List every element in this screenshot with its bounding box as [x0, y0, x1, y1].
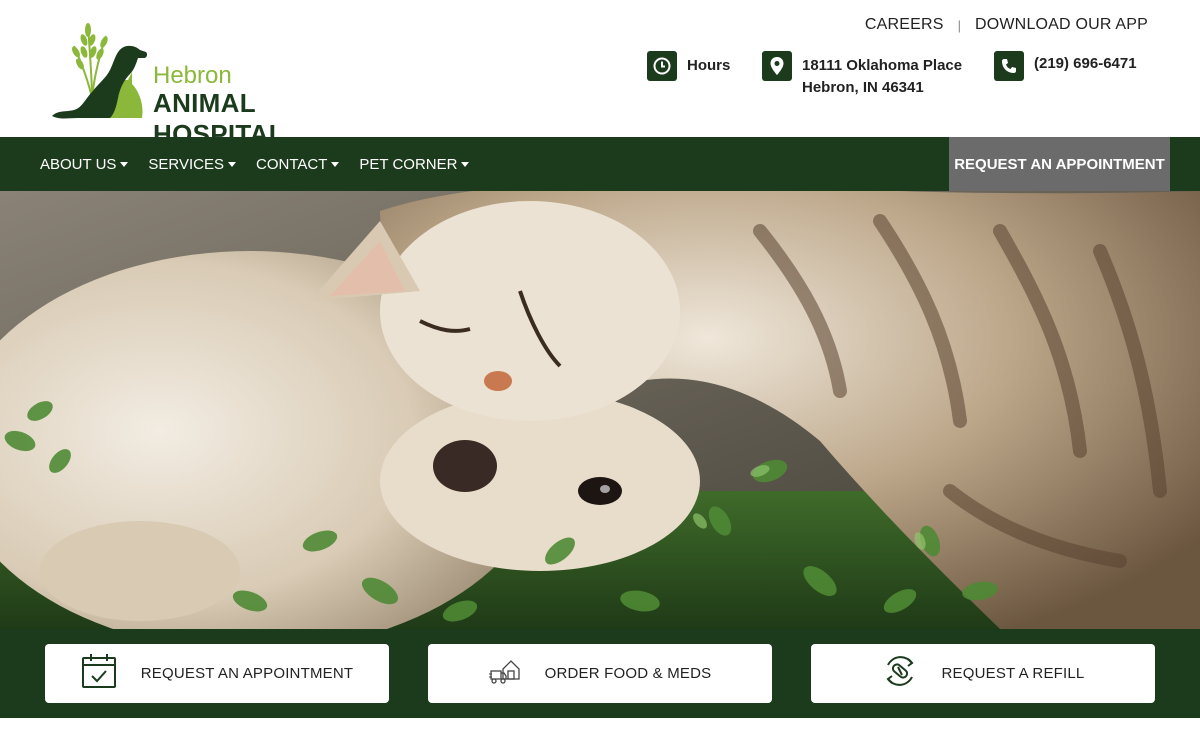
address-line-2: Hebron, IN 46341 [802, 79, 924, 96]
download-app-link[interactable]: DOWNLOAD OUR APP [975, 16, 1148, 34]
nav-item-label: ABOUT US [40, 155, 117, 173]
logo-hebron-text: Hebron [153, 62, 232, 89]
hospital-logo[interactable]: Hebron ANIMAL HOSPITAL [48, 18, 388, 149]
hero-illustration [0, 191, 1200, 629]
delivery-truck-icon [488, 657, 521, 690]
nav-item-pet-corner[interactable]: PET CORNER [359, 155, 470, 173]
order-food-meds-label: ORDER FOOD & MEDS [544, 665, 712, 682]
address-line-1: 18111 Oklahoma Place [802, 57, 963, 74]
hours-info[interactable]: Hours [647, 51, 730, 81]
site-header: Hebron ANIMAL HOSPITAL CAREERS | DOWNLOA… [0, 0, 1200, 149]
caret-down-icon [120, 161, 129, 167]
nav-item-contact[interactable]: CONTACT [256, 155, 340, 173]
pet-silhouette-icon [52, 23, 148, 119]
caret-down-icon [228, 161, 236, 167]
request-refill-label: REQUEST A REFILL [941, 665, 1085, 682]
phone-icon [994, 51, 1024, 81]
request-appointment-button[interactable]: REQUEST AN APPOINTMENT [949, 137, 1170, 191]
hero-image-cat-and-dog [0, 191, 1200, 629]
nav-item-about-us[interactable]: ABOUT US [40, 155, 129, 173]
request-refill-card[interactable]: REQUEST A REFILL [811, 644, 1155, 703]
order-food-meds-card[interactable]: ORDER FOOD & MEDS [428, 644, 772, 703]
caret-down-icon [331, 161, 340, 167]
nav-item-label: SERVICES [148, 155, 224, 173]
address-text: 18111 Oklahoma Place Hebron, IN 46341 [802, 55, 962, 99]
nav-item-services[interactable]: SERVICES [148, 156, 236, 173]
map-pin-icon [762, 51, 792, 81]
top-links: CAREERS | DOWNLOAD OUR APP [865, 16, 1148, 34]
calendar-check-icon [81, 653, 117, 694]
nav-item-label: CONTACT [256, 155, 328, 173]
quick-actions-bar: REQUEST AN APPOINTMENT ORDER FOOD & MEDS… [0, 629, 1200, 718]
phone-number: (219) 696-6471 [1034, 55, 1137, 72]
clock-icon [647, 51, 677, 81]
nav-menu: ABOUT US SERVICES CONTACT PET CORNER [40, 137, 489, 191]
request-appointment-card[interactable]: REQUEST AN APPOINTMENT [45, 644, 389, 703]
careers-link[interactable]: CAREERS [865, 16, 944, 34]
request-appointment-label: REQUEST AN APPOINTMENT [140, 665, 354, 682]
hours-label: Hours [687, 57, 731, 74]
nav-item-label: PET CORNER [359, 155, 458, 173]
phone-info[interactable]: (219) 696-6471 [994, 51, 1137, 81]
pill-refill-icon [882, 653, 918, 694]
top-links-separator: | [957, 17, 961, 33]
main-nav: ABOUT US SERVICES CONTACT PET CORNER REQ… [0, 137, 1200, 191]
caret-down-icon [461, 161, 470, 167]
address-info[interactable]: 18111 Oklahoma Place Hebron, IN 46341 [762, 51, 962, 99]
